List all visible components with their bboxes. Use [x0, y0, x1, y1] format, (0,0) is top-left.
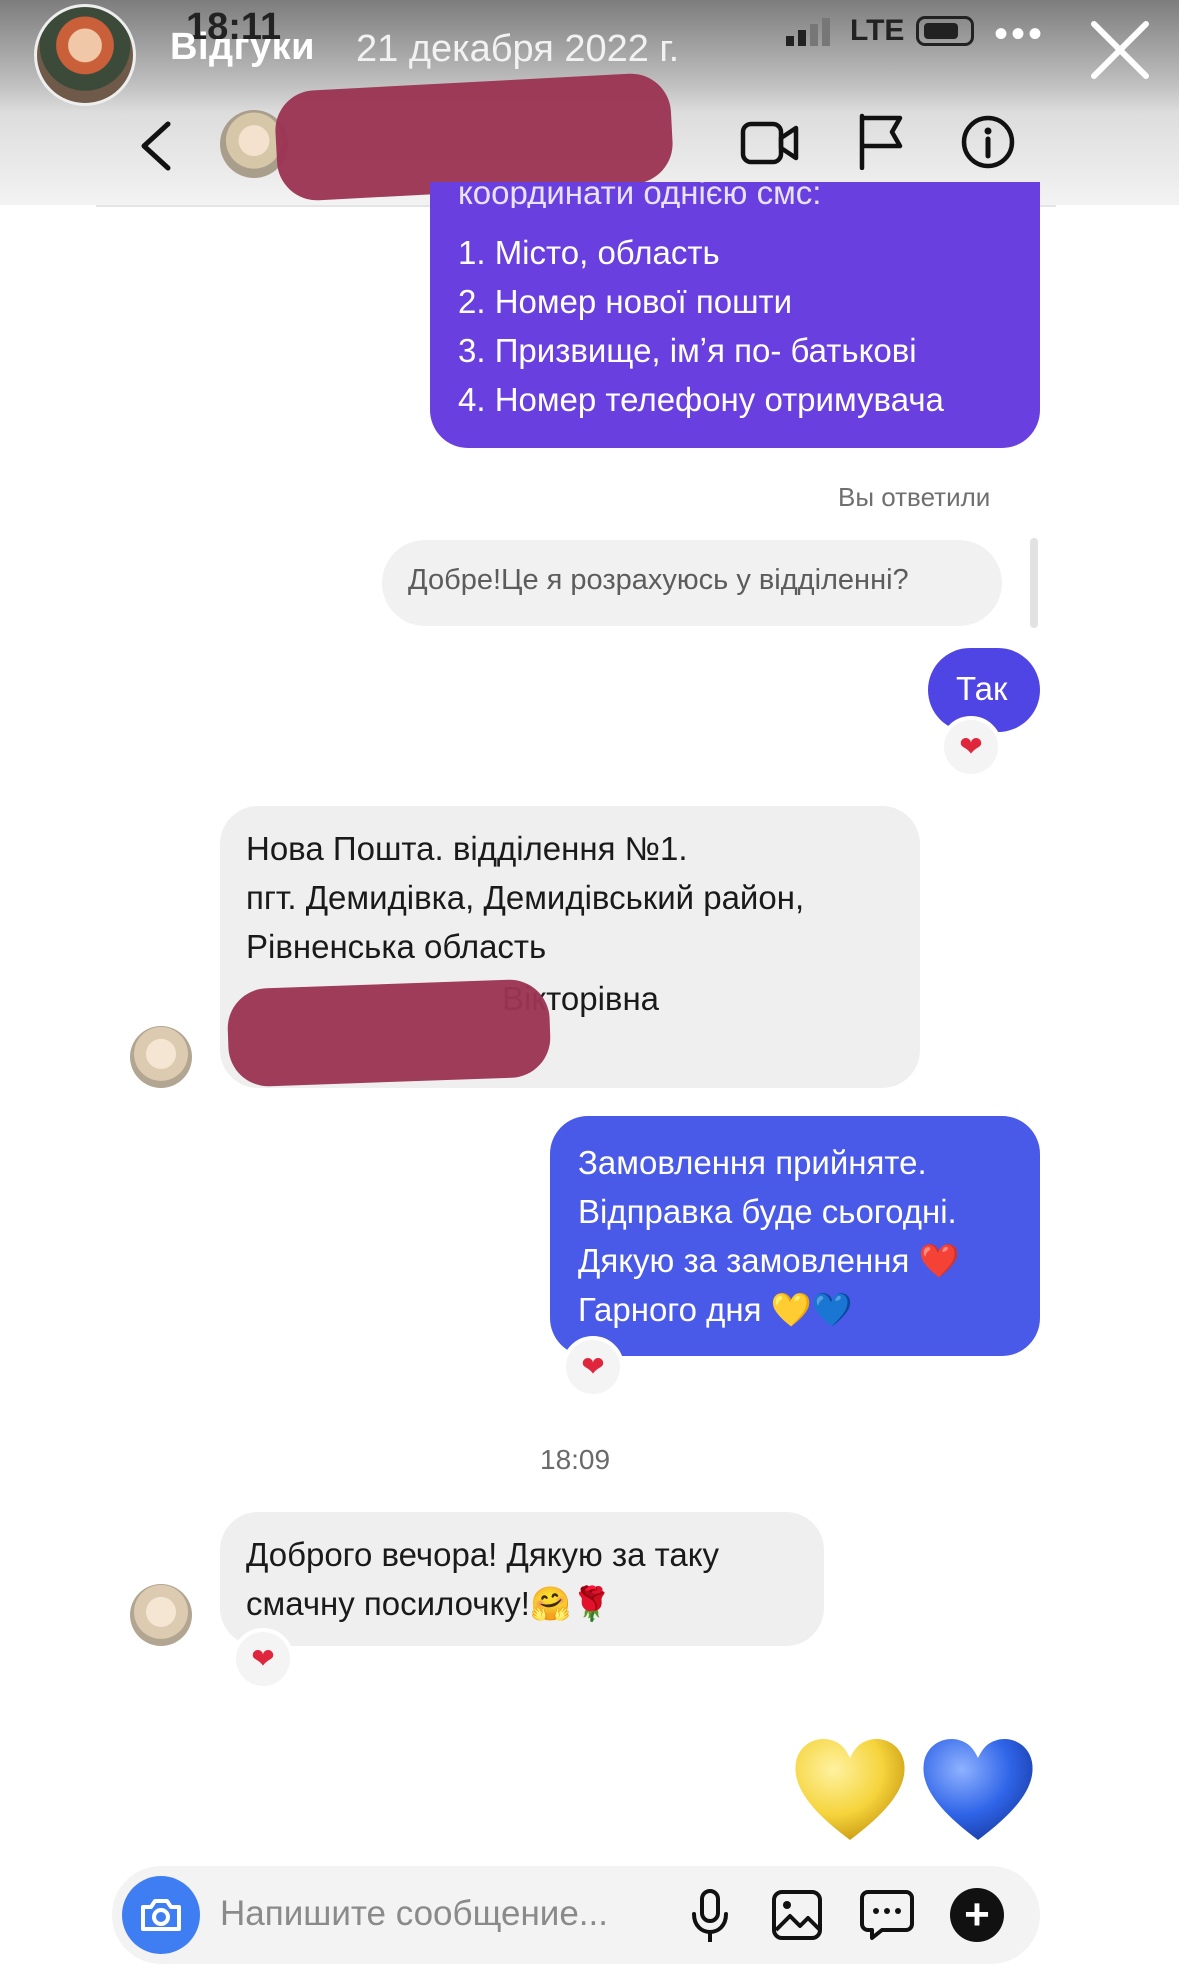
heart-reaction[interactable]: ❤	[562, 1336, 624, 1398]
camera-icon	[141, 1899, 181, 1931]
outgoing-message-confirmation[interactable]: Замовлення прийняте. Відправка буде сьог…	[550, 1116, 1040, 1356]
message-input[interactable]: Напишите сообщение...	[220, 1894, 608, 1934]
sender-avatar[interactable]	[130, 1584, 192, 1646]
reply-indicator-bar	[1030, 538, 1038, 628]
heart-icon: ❤	[251, 1643, 275, 1674]
sticker-icon[interactable]	[860, 1888, 914, 1942]
close-icon[interactable]	[1084, 14, 1156, 86]
network-label: LTE	[850, 14, 905, 47]
camera-button[interactable]	[122, 1876, 200, 1954]
mic-icon[interactable]	[688, 1888, 732, 1944]
message-text: Так	[956, 670, 1008, 707]
story-date: 21 декабря 2022 г.	[356, 28, 680, 70]
message-text: 1. Місто, область 2. Номер нової пошти 3…	[458, 234, 944, 418]
flag-icon[interactable]	[856, 112, 906, 170]
heart-reaction[interactable]: ❤	[232, 1628, 294, 1690]
incoming-message-thanks[interactable]: Доброго вечора! Дякую за таку смачну пос…	[220, 1512, 824, 1646]
info-icon[interactable]	[960, 114, 1016, 170]
video-icon[interactable]	[740, 118, 800, 168]
heart-icon: ❤	[581, 1351, 605, 1382]
message-text: Нова Пошта. відділення №1. пгт. Демидівк…	[246, 830, 805, 965]
outgoing-message-instructions[interactable]: координати однією смс: 1. Місто, область…	[430, 182, 1040, 448]
gallery-icon[interactable]	[770, 1888, 824, 1942]
back-icon[interactable]	[134, 118, 180, 174]
message-text: Доброго вечора! Дякую за таку смачну пос…	[246, 1536, 720, 1622]
message-text: Замовлення прийняте. Відправка буде сьог…	[578, 1144, 960, 1328]
heart-icon: ❤	[959, 731, 983, 762]
signal-icon	[786, 18, 830, 46]
heart-reaction[interactable]: ❤	[940, 716, 1002, 778]
story-title: Відгуки	[170, 26, 315, 68]
replied-quote[interactable]: Добре!Це я розрахуюсь у відділенні?	[382, 540, 1002, 626]
blue-heart-icon[interactable]	[918, 1730, 1038, 1844]
sender-avatar[interactable]	[130, 1026, 192, 1088]
battery-icon	[916, 16, 974, 46]
more-options-icon[interactable]: •••	[994, 12, 1045, 57]
message-timestamp: 18:09	[540, 1444, 611, 1475]
quote-text: Добре!Це я розрахуюсь у відділенні?	[408, 564, 909, 596]
yellow-heart-icon[interactable]	[790, 1730, 910, 1844]
redacted-recipient	[226, 978, 552, 1088]
reply-label: Вы ответили	[838, 482, 991, 512]
plus-icon[interactable]: +	[950, 1888, 1004, 1942]
story-avatar[interactable]	[34, 4, 136, 106]
